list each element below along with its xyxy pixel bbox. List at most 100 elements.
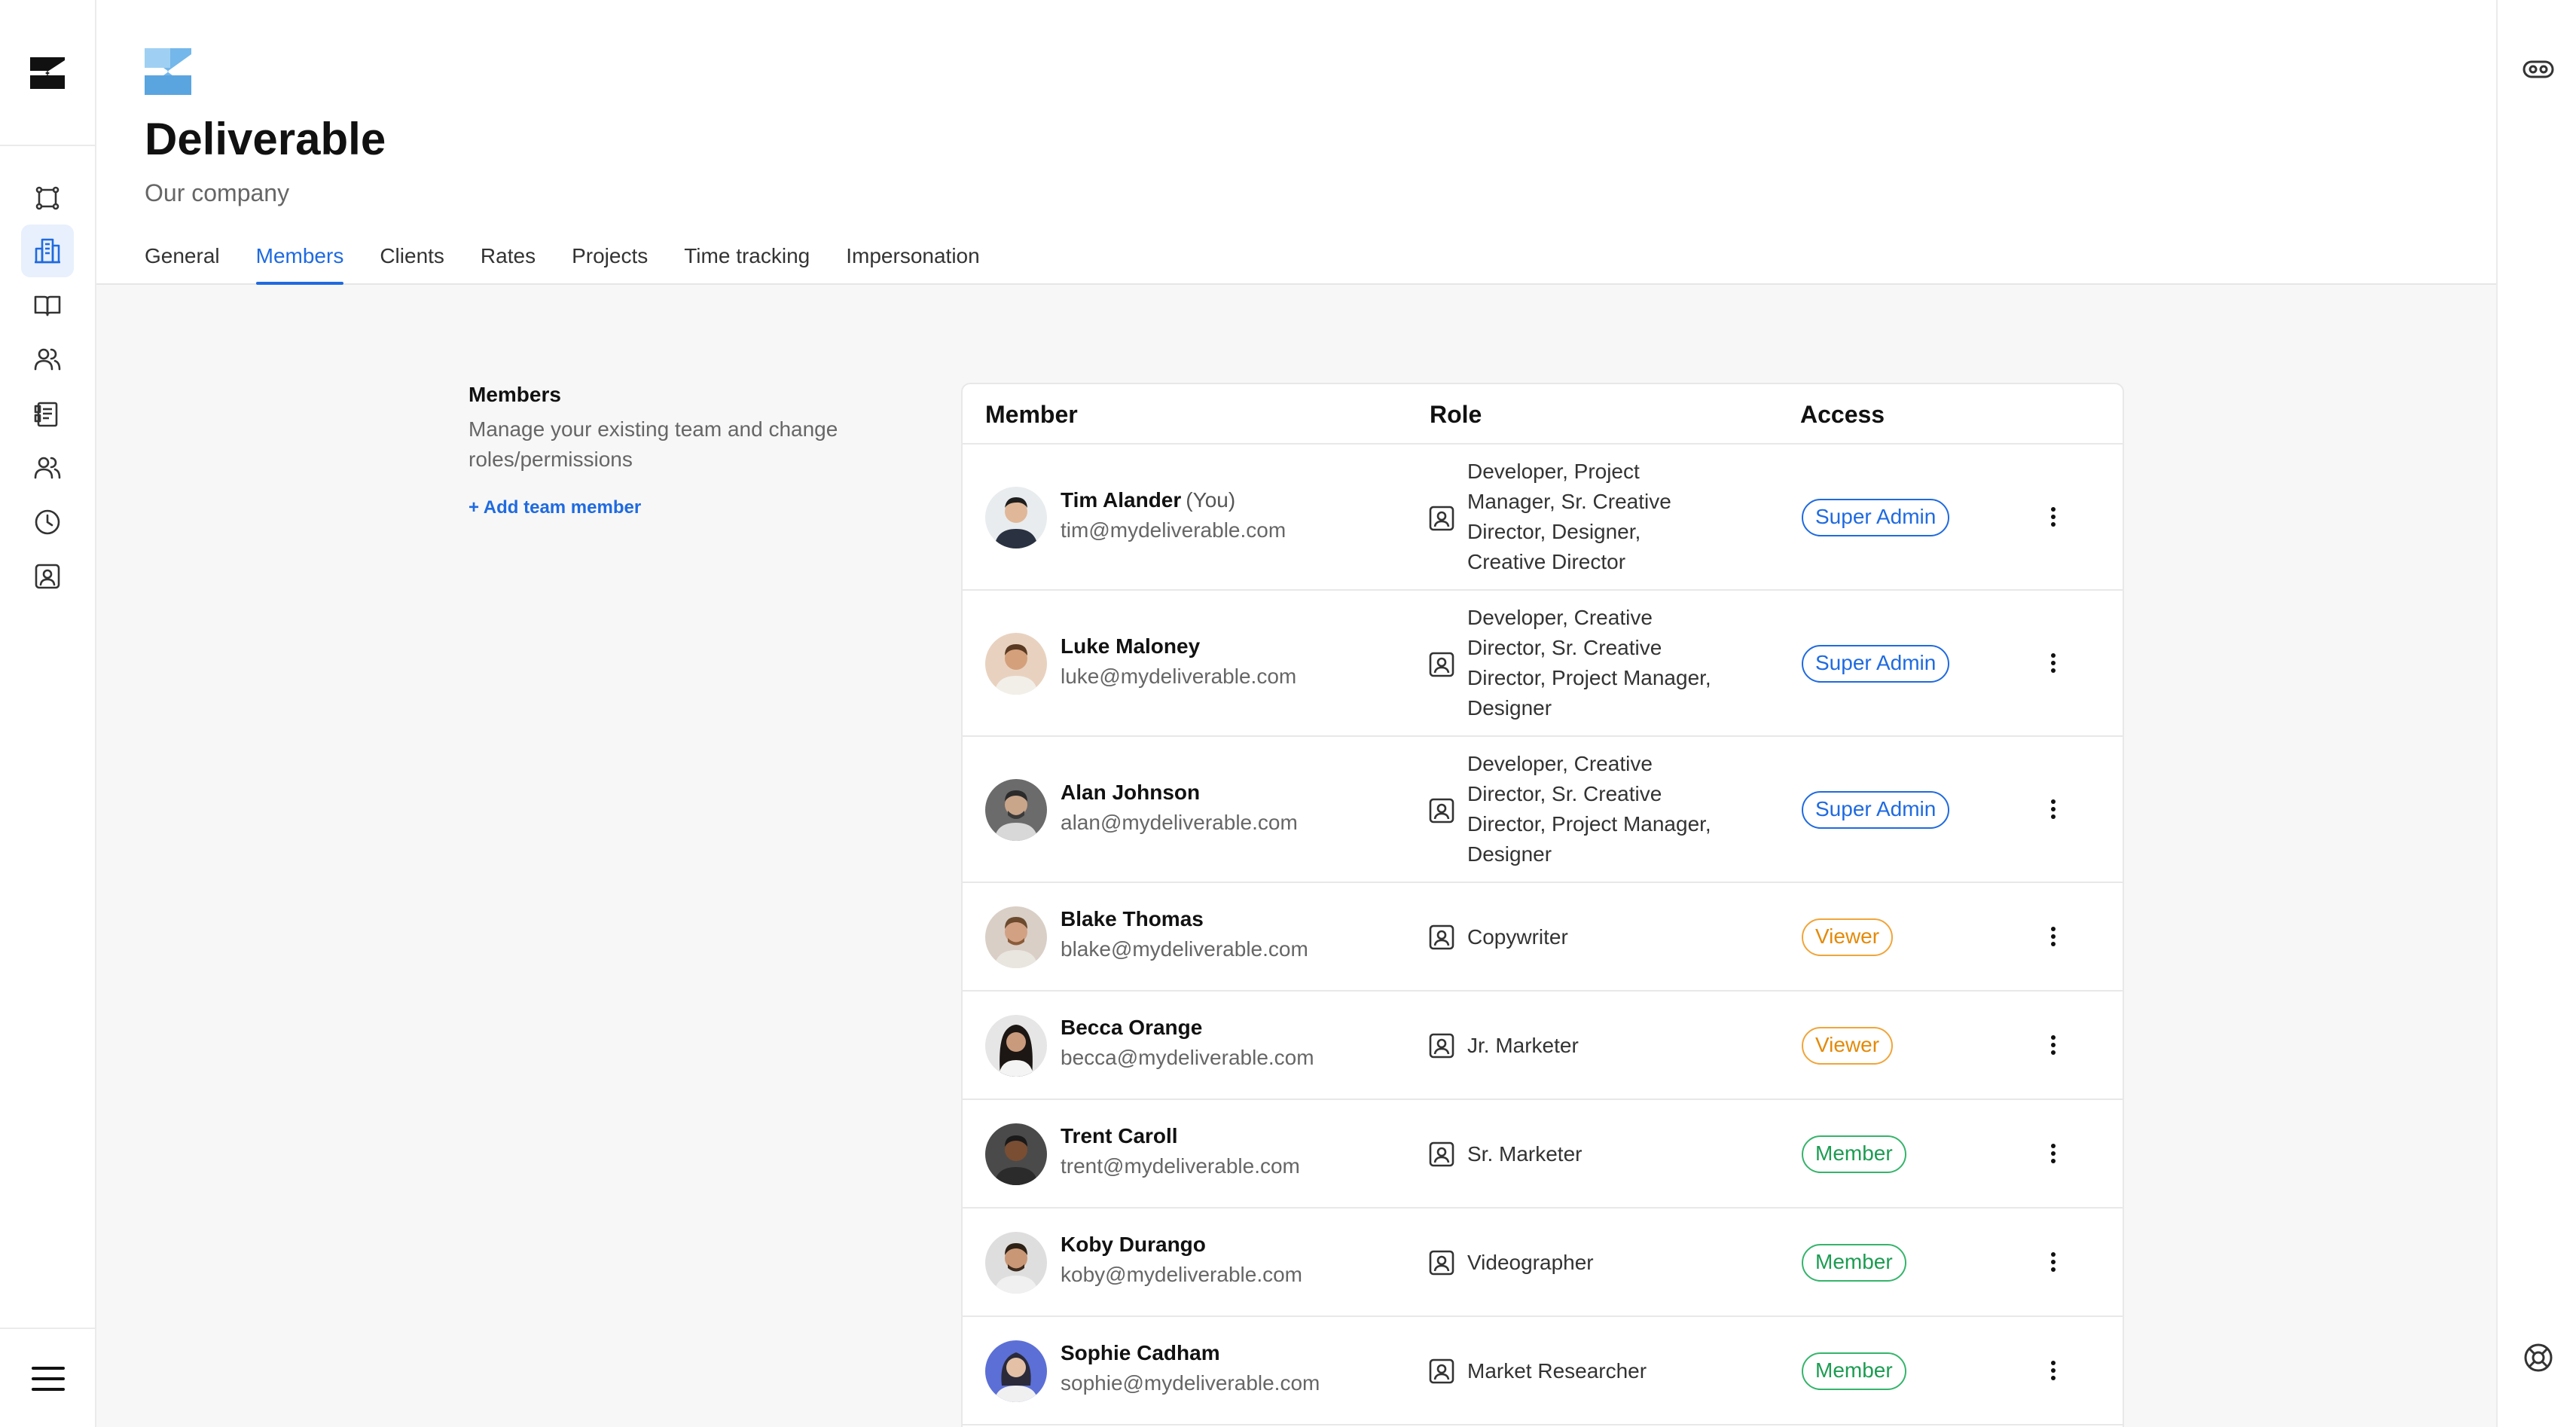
page-subtitle: Our company (145, 179, 290, 206)
table-row: Koby Durango koby@mydeliverable.com Vide… (963, 1209, 2123, 1317)
member-name: Becca Orange (1061, 1016, 1203, 1039)
sidebar-item-tasks[interactable] (21, 387, 74, 440)
tab-projects[interactable]: Projects (572, 240, 648, 285)
member-role: Videographer (1467, 1251, 1594, 1274)
table-row: Luke Maloney luke@mydeliverable.com Deve… (963, 591, 2123, 737)
table-row: Alan Johnson alan@mydeliverable.com Deve… (963, 737, 2123, 883)
company-logo-icon (145, 48, 191, 95)
tab-impersonation[interactable]: Impersonation (846, 240, 979, 285)
avatar (985, 1015, 1047, 1077)
role-icon (1429, 1141, 1454, 1167)
access-badge: Viewer (1802, 1027, 1894, 1065)
access-badge: Super Admin (1802, 645, 1950, 683)
users-icon (34, 457, 61, 479)
table-row: Tim Alander (You) tim@mydeliverable.com D… (963, 445, 2123, 591)
left-sidebar (0, 0, 96, 1427)
page-header: Deliverable Our company General Members … (96, 0, 2496, 285)
main-content: Members Manage your existing team and ch… (96, 285, 2496, 1427)
member-email: becca@mydeliverable.com (1061, 1046, 1314, 1069)
more-options-icon[interactable] (2038, 1247, 2068, 1277)
tab-rates[interactable]: Rates (481, 240, 536, 285)
tab-general[interactable]: General (145, 240, 220, 285)
right-sidebar (2496, 0, 2576, 1427)
more-options-icon[interactable] (2038, 921, 2068, 952)
sidebar-item-team[interactable] (21, 333, 74, 386)
you-label: (You) (1186, 488, 1236, 512)
member-name: Koby Durango (1061, 1233, 1206, 1256)
access-badge: Member (1802, 1244, 1906, 1282)
member-email: sophie@mydeliverable.com (1061, 1371, 1320, 1395)
member-name: Sophie Cadham (1061, 1341, 1220, 1364)
avatar (985, 1340, 1047, 1402)
more-options-icon[interactable] (2038, 794, 2068, 824)
sidebar-item-contacts[interactable] (21, 550, 74, 603)
member-email: blake@mydeliverable.com (1061, 937, 1308, 961)
sidebar-divider (0, 1328, 96, 1329)
sidebar-item-library[interactable] (21, 279, 74, 332)
member-email: alan@mydeliverable.com (1061, 811, 1298, 834)
role-icon (1429, 1358, 1454, 1384)
add-team-member-link[interactable]: + Add team member (469, 497, 641, 518)
access-badge: Member (1802, 1352, 1906, 1390)
section-description: Manage your existing team and change rol… (469, 417, 838, 471)
access-badge: Super Admin (1802, 499, 1950, 536)
tab-time-tracking[interactable]: Time tracking (684, 240, 810, 285)
book-icon (34, 295, 61, 316)
more-options-icon[interactable] (2038, 502, 2068, 532)
frame-icon (35, 186, 60, 210)
member-role: Developer, Creative Director, Sr. Creati… (1467, 606, 1711, 720)
avatar (985, 1232, 1047, 1294)
more-options-icon[interactable] (2038, 1138, 2068, 1169)
settings-tabs: General Members Clients Rates Projects T… (145, 240, 1016, 285)
sidebar-item-time[interactable] (21, 496, 74, 548)
member-role: Sr. Marketer (1467, 1142, 1583, 1166)
tab-members[interactable]: Members (255, 240, 343, 285)
clock-icon (35, 509, 60, 535)
table-row: Trent Caroll trent@mydeliverable.com Sr.… (963, 1100, 2123, 1209)
table-row: Becca Orange becca@mydeliverable.com Jr.… (963, 992, 2123, 1100)
member-role: Jr. Marketer (1467, 1034, 1579, 1057)
member-name: Trent Caroll (1061, 1124, 1178, 1147)
member-name: Tim Alander (You) (1061, 488, 1236, 512)
member-email: koby@mydeliverable.com (1061, 1263, 1302, 1286)
member-name: Luke Maloney (1061, 634, 1201, 658)
glasses-icon[interactable] (2522, 53, 2555, 86)
page-title: Deliverable (145, 114, 386, 164)
avatar (985, 779, 1047, 841)
members-intro: Members Manage your existing team and ch… (469, 383, 920, 518)
table-header: Member Role Access (963, 384, 2123, 445)
member-role: Market Researcher (1467, 1359, 1647, 1383)
sidebar-item-users[interactable] (21, 442, 74, 494)
section-title: Members (469, 383, 561, 406)
more-options-icon[interactable] (2038, 648, 2068, 678)
member-email: tim@mydeliverable.com (1061, 518, 1286, 542)
role-icon (1429, 506, 1454, 531)
building-icon (35, 238, 60, 264)
members-table: Member Role Access Tim Alander (You) tim@… (961, 383, 2124, 1427)
role-icon (1429, 924, 1454, 950)
member-name: Blake Thomas (1061, 907, 1204, 930)
lifebuoy-icon[interactable] (2522, 1341, 2555, 1374)
clipboard-icon (34, 402, 58, 427)
avatar (985, 1123, 1047, 1185)
contact-card-icon (35, 564, 60, 589)
sidebar-item-frame[interactable] (21, 172, 74, 225)
member-email: luke@mydeliverable.com (1061, 665, 1297, 688)
more-options-icon[interactable] (2038, 1030, 2068, 1060)
sidebar-divider (0, 145, 96, 146)
table-row: Blake Thomas blake@mydeliverable.com Cop… (963, 883, 2123, 992)
role-icon (1429, 1250, 1454, 1276)
hamburger-menu-icon[interactable] (29, 1364, 68, 1394)
role-icon (1429, 652, 1454, 677)
column-header-role: Role (1430, 401, 1482, 428)
team-icon (34, 348, 61, 371)
access-badge: Viewer (1802, 918, 1894, 956)
member-role: Copywriter (1467, 925, 1568, 949)
more-options-icon[interactable] (2038, 1355, 2068, 1386)
sidebar-item-company[interactable] (21, 225, 74, 277)
access-badge: Member (1802, 1135, 1906, 1173)
member-role: Developer, Project Manager, Sr. Creative… (1467, 460, 1671, 573)
app-logo-icon[interactable] (30, 57, 65, 89)
tab-clients[interactable]: Clients (380, 240, 444, 285)
member-name: Alan Johnson (1061, 781, 1201, 804)
